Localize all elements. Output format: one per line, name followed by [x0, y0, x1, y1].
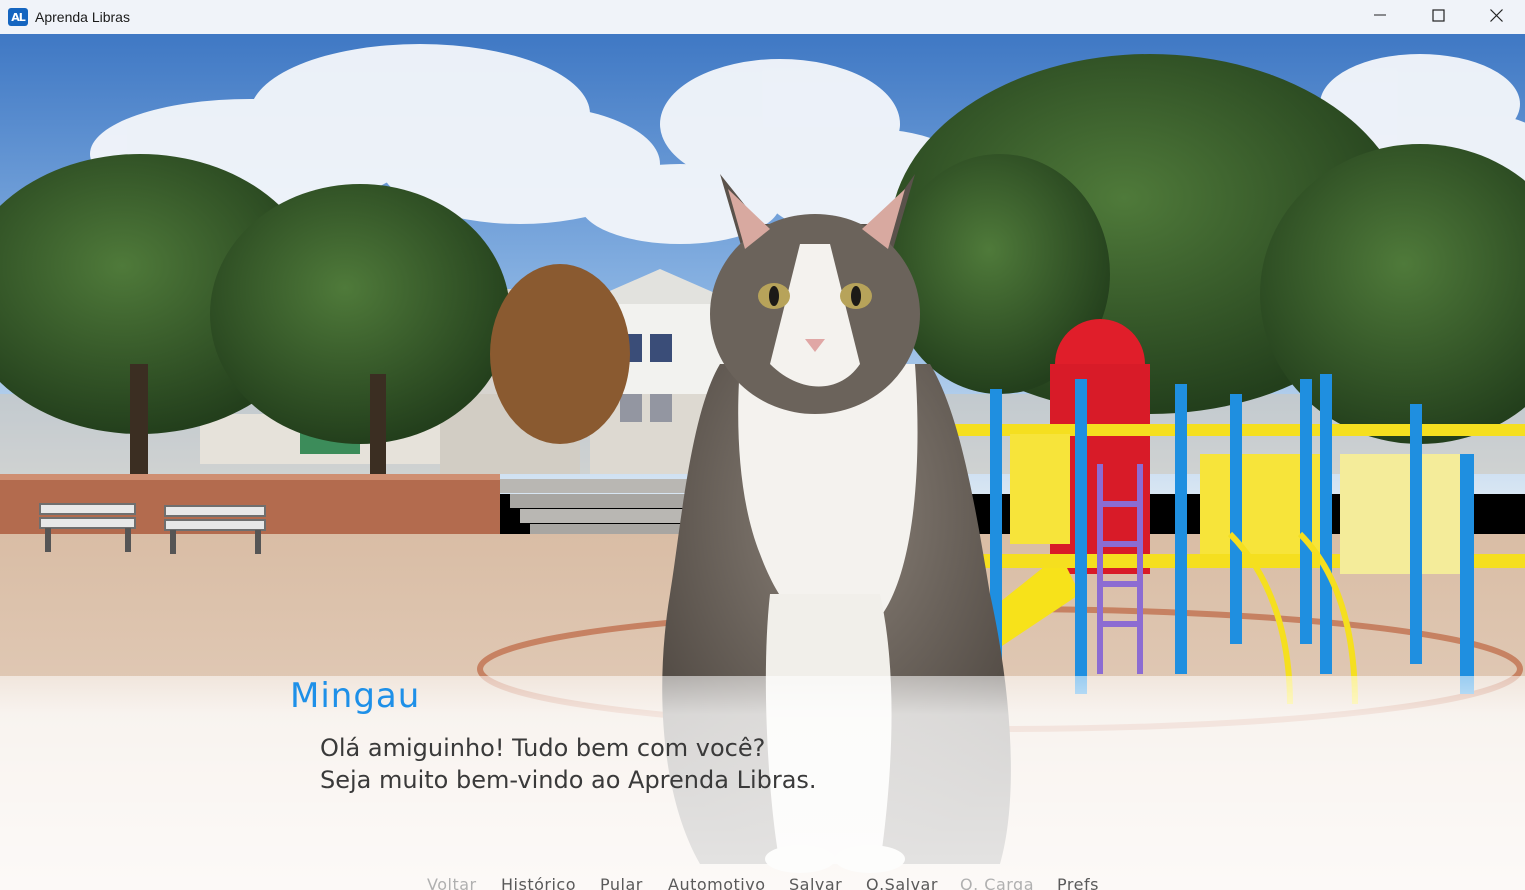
quick-menu: Voltar Histórico Pular Automotivo Salvar… — [0, 874, 1525, 890]
dialogue-text: Olá amiguinho! Tudo bem com você? Seja m… — [320, 732, 817, 796]
quick-menu-history-button[interactable]: Histórico — [501, 875, 576, 890]
game-scene[interactable]: Mingau Olá amiguinho! Tudo bem com você?… — [0, 34, 1525, 890]
quick-menu-quick-load-button[interactable]: Q. Carga — [960, 875, 1034, 890]
game-window: AL Aprenda Libras Mingau Olá amiguinho! … — [0, 0, 1525, 890]
dialogue-line-2: Seja muito bem-vindo ao Aprenda Libras. — [320, 766, 817, 794]
window-controls — [1351, 0, 1525, 34]
dialogue-box[interactable]: Mingau Olá amiguinho! Tudo bem com você?… — [0, 676, 1525, 890]
maximize-button[interactable] — [1409, 0, 1467, 30]
quick-menu-auto-button[interactable]: Automotivo — [668, 875, 766, 890]
close-button[interactable] — [1467, 0, 1525, 30]
quick-menu-prefs-button[interactable]: Prefs — [1057, 875, 1099, 890]
speaker-name: Mingau — [290, 676, 421, 716]
window-title: Aprenda Libras — [35, 9, 130, 25]
quick-menu-quick-save-button[interactable]: Q.Salvar — [866, 875, 938, 890]
quick-menu-back-button[interactable]: Voltar — [427, 875, 477, 890]
minimize-button[interactable] — [1351, 0, 1409, 30]
close-icon — [1489, 8, 1503, 22]
quick-menu-skip-button[interactable]: Pular — [600, 875, 643, 890]
minimize-icon — [1374, 14, 1386, 16]
maximize-icon — [1431, 8, 1445, 22]
quick-menu-save-button[interactable]: Salvar — [789, 875, 842, 890]
app-logo-icon: AL — [8, 8, 28, 26]
dialogue-line-1: Olá amiguinho! Tudo bem com você? — [320, 734, 766, 762]
title-bar: AL Aprenda Libras — [0, 0, 1525, 34]
